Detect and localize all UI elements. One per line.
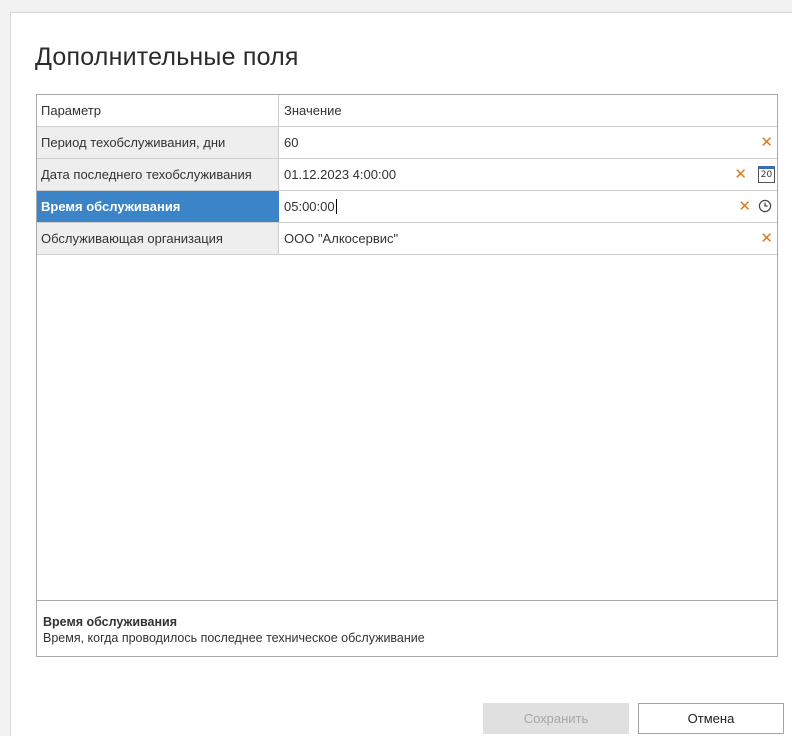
value-text: 01.12.2023 4:00:00: [284, 167, 397, 182]
row-label[interactable]: Обслуживающая организация: [37, 223, 279, 254]
grid-header: Параметр Значение: [37, 95, 777, 127]
row-label[interactable]: Период техобслуживания, дни: [37, 127, 279, 158]
value-text: 60: [284, 135, 299, 150]
dialog-title: Дополнительные поля: [35, 43, 299, 71]
row-label[interactable]: Время обслуживания: [37, 191, 279, 222]
clear-icon[interactable]: ✕: [734, 159, 747, 190]
save-button[interactable]: Сохранить: [483, 703, 629, 734]
clock-icon[interactable]: [758, 199, 772, 213]
row-label[interactable]: Дата последнего техобслуживания: [37, 159, 279, 190]
value-field[interactable]: ООО "Алкосервис" ✕: [279, 223, 777, 254]
value-field[interactable]: 60 ✕: [279, 127, 777, 158]
dialog: Дополнительные поля Параметр Значение Пе…: [10, 12, 792, 736]
grid-row-service-time[interactable]: Время обслуживания 05:00:00 ✕: [37, 191, 777, 223]
text-caret: [335, 199, 337, 215]
time-field[interactable]: 05:00:00 ✕: [279, 191, 777, 222]
grid-row-last-maintenance-date[interactable]: Дата последнего техобслуживания 01.12.20…: [37, 159, 777, 191]
clear-icon[interactable]: ✕: [760, 127, 773, 158]
value-text: ООО "Алкосервис": [284, 231, 399, 246]
grid-row-service-organization[interactable]: Обслуживающая организация ООО "Алкосерви…: [37, 223, 777, 255]
clear-icon[interactable]: ✕: [738, 191, 751, 222]
value-text[interactable]: 05:00:00: [284, 199, 335, 214]
description-panel: Время обслуживания Время, когда проводил…: [37, 600, 777, 656]
cancel-button[interactable]: Отмена: [638, 703, 784, 734]
header-parameter: Параметр: [37, 95, 279, 126]
calendar-icon[interactable]: 20: [758, 166, 775, 183]
property-grid: Параметр Значение Период техобслуживания…: [36, 94, 778, 657]
description-title: Время обслуживания: [43, 615, 178, 629]
grid-row-maintenance-period[interactable]: Период техобслуживания, дни 60 ✕: [37, 127, 777, 159]
date-field[interactable]: 01.12.2023 4:00:00 ✕ 20: [279, 159, 777, 190]
clear-icon[interactable]: ✕: [760, 223, 773, 254]
description-text: Время, когда проводилось последнее техни…: [43, 631, 425, 645]
header-value: Значение: [284, 103, 342, 118]
